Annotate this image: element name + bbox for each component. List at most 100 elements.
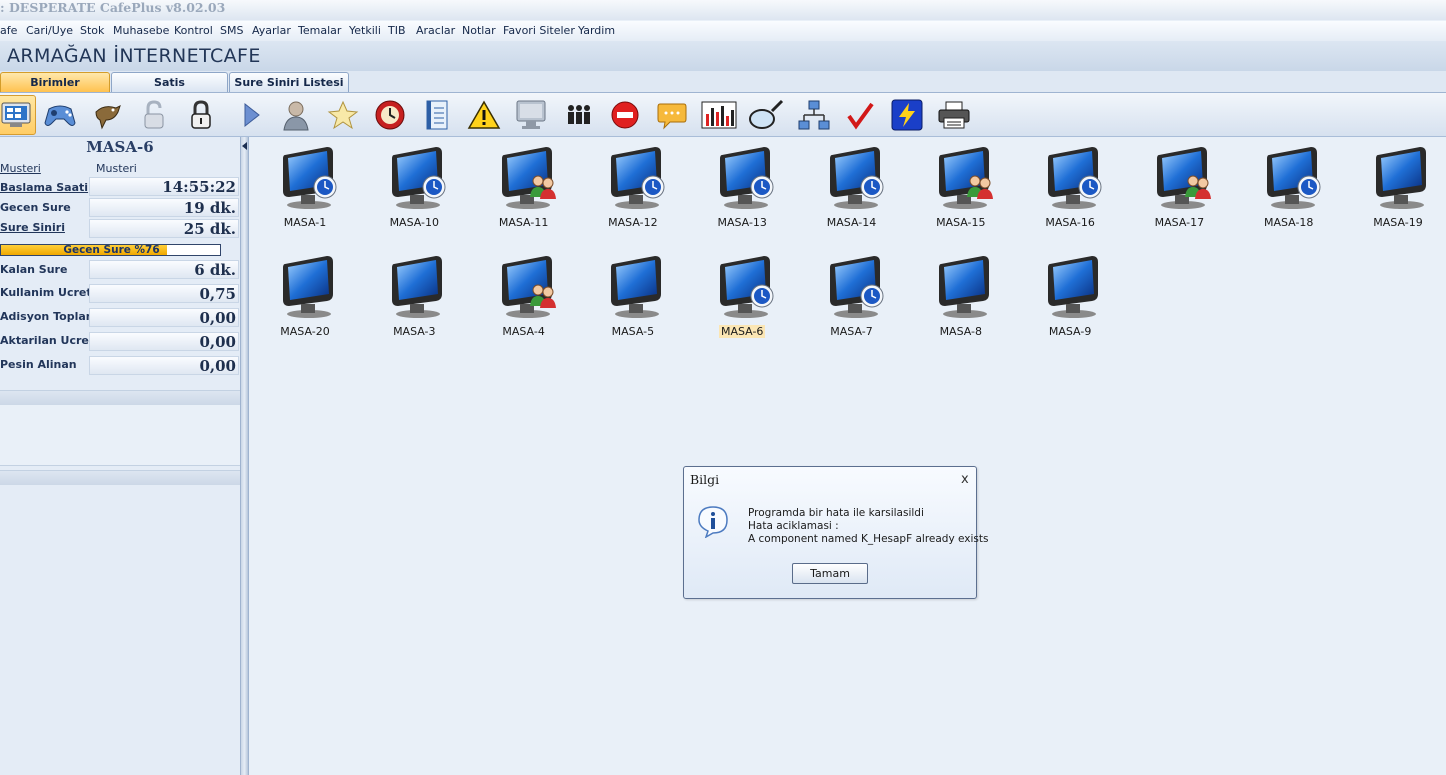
menu-sms[interactable]: SMS <box>220 24 243 37</box>
printer-icon[interactable] <box>934 95 974 135</box>
computer-grid-icon[interactable] <box>0 95 36 135</box>
cafe-banner: ARMAĞAN İNTERNETCAFE <box>0 41 1446 72</box>
close-icon[interactable]: x <box>961 472 969 487</box>
notebook-icon[interactable] <box>417 95 457 135</box>
station-masa-1[interactable]: MASA-1 <box>259 143 351 243</box>
user-icon[interactable] <box>276 95 316 135</box>
clock-icon[interactable] <box>370 95 410 135</box>
menu-araclar[interactable]: Araclar <box>416 24 455 37</box>
network-icon[interactable] <box>794 95 834 135</box>
tab-birimler[interactable]: Birimler <box>0 72 110 92</box>
station-label: MASA-1 <box>259 216 351 229</box>
musteri-label[interactable]: Musteri <box>0 162 41 175</box>
station-masa-8[interactable]: MASA-8 <box>915 252 1007 352</box>
station-masa-7[interactable]: MASA-7 <box>806 252 898 352</box>
stop-icon[interactable] <box>605 95 645 135</box>
station-label: MASA-12 <box>587 216 679 229</box>
station-masa-18[interactable]: MASA-18 <box>1243 143 1335 243</box>
menu-favori-siteler[interactable]: Favori Siteler <box>503 24 575 37</box>
magnifier-icon[interactable] <box>746 95 786 135</box>
station-name: MASA-18 <box>1263 216 1314 229</box>
cafe-name: ARMAĞAN İNTERNETCAFE <box>7 45 261 67</box>
lock-icon[interactable] <box>181 95 221 135</box>
station-masa-15[interactable]: MASA-15 <box>915 143 1007 243</box>
menu-tib[interactable]: TIB <box>388 24 406 37</box>
menu-stok[interactable]: Stok <box>80 24 104 37</box>
station-masa-14[interactable]: MASA-14 <box>806 143 898 243</box>
station-label: MASA-13 <box>696 216 788 229</box>
kalan-sure-label: Kalan Sure <box>0 263 68 276</box>
station-masa-9[interactable]: MASA-9 <box>1024 252 1116 352</box>
tab-satis[interactable]: Satis <box>111 72 228 92</box>
people-icon[interactable] <box>559 95 599 135</box>
station-name: MASA-1 <box>283 216 327 229</box>
menu-kontrol[interactable]: Kontrol <box>174 24 213 37</box>
station-name: MASA-14 <box>826 216 877 229</box>
menu-cafe[interactable]: afe <box>0 24 17 37</box>
station-name: MASA-12 <box>608 216 658 229</box>
station-masa-16[interactable]: MASA-16 <box>1024 143 1116 243</box>
aktarilan-ucret-value: 0,00 <box>89 332 239 351</box>
sure-siniri-value: 25 dk. <box>89 219 239 238</box>
lightning-icon[interactable] <box>887 95 927 135</box>
station-label: MASA-18 <box>1243 216 1335 229</box>
warning-icon[interactable] <box>464 95 504 135</box>
station-masa-17[interactable]: MASA-17 <box>1133 143 1225 243</box>
chat-icon[interactable] <box>652 95 692 135</box>
station-label: MASA-11 <box>478 216 570 229</box>
station-label: MASA-17 <box>1133 216 1225 229</box>
selected-station-name: MASA-6 <box>86 138 154 156</box>
monitor-icon[interactable] <box>511 95 551 135</box>
elapsed-progress-label: Gecen Sure %76 <box>63 244 160 256</box>
station-masa-12[interactable]: MASA-12 <box>587 143 679 243</box>
chart-icon[interactable] <box>699 95 739 135</box>
dialog-title: Bilgi <box>690 472 720 487</box>
unlock-icon[interactable] <box>134 95 174 135</box>
musteri-value: Musteri <box>96 162 137 175</box>
station-label: MASA-16 <box>1024 216 1116 229</box>
station-masa-13[interactable]: MASA-13 <box>696 143 788 243</box>
station-masa-5[interactable]: MASA-5 <box>587 252 679 352</box>
gecen-sure-value: 19 dk. <box>89 198 239 217</box>
panel-section-body <box>0 405 240 466</box>
station-name: MASA-7 <box>830 325 873 338</box>
elapsed-progress-bar: Gecen Sure %76 <box>0 244 221 256</box>
station-masa-10[interactable]: MASA-10 <box>368 143 460 243</box>
menu-yetkili[interactable]: Yetkili <box>349 24 381 37</box>
station-name: MASA-4 <box>502 325 545 338</box>
menu-cari-uye[interactable]: Cari/Uye <box>26 24 73 37</box>
station-label: MASA-19 <box>1352 216 1444 229</box>
menu-muhasebe[interactable]: Muhasebe <box>113 24 169 37</box>
station-masa-20[interactable]: MASA-20 <box>259 252 351 352</box>
station-name: MASA-5 <box>611 325 655 338</box>
station-name: MASA-16 <box>1045 216 1095 229</box>
tab-bar: Birimler Satis Sure Siniri Listesi <box>0 71 1446 93</box>
station-masa-3[interactable]: MASA-3 <box>368 252 460 352</box>
station-masa-4[interactable]: MASA-4 <box>478 252 570 352</box>
star-icon[interactable] <box>323 95 363 135</box>
bird-icon[interactable] <box>87 95 127 135</box>
baslama-saati-label[interactable]: Baslama Saati <box>0 181 88 194</box>
sure-siniri-label[interactable]: Sure Siniri <box>0 221 65 234</box>
pesin-alinan-label: Pesin Alinan <box>0 358 77 371</box>
tab-sure-siniri-listesi[interactable]: Sure Siniri Listesi <box>229 72 349 92</box>
station-masa-19[interactable]: MASA-19 <box>1352 143 1444 243</box>
play-icon[interactable] <box>231 95 271 135</box>
station-masa-11[interactable]: MASA-11 <box>478 143 570 243</box>
station-label: MASA-15 <box>915 216 1007 229</box>
station-label: MASA-7 <box>806 325 898 338</box>
menu-temalar[interactable]: Temalar <box>298 24 341 37</box>
menu-yardim[interactable]: Yardim <box>578 24 615 37</box>
panel-splitter[interactable] <box>240 137 249 775</box>
station-name: MASA-19 <box>1373 216 1423 229</box>
station-masa-6[interactable]: MASA-6 <box>696 252 788 352</box>
kalan-sure-value: 6 dk. <box>89 260 239 279</box>
station-label: MASA-10 <box>368 216 460 229</box>
menu-notlar[interactable]: Notlar <box>462 24 496 37</box>
panel-section-header <box>0 390 240 405</box>
ok-button[interactable]: Tamam <box>792 563 868 584</box>
menu-ayarlar[interactable]: Ayarlar <box>252 24 291 37</box>
collapse-arrow-icon[interactable] <box>242 142 247 150</box>
gamepad-icon[interactable] <box>40 95 80 135</box>
check-icon[interactable] <box>840 95 880 135</box>
